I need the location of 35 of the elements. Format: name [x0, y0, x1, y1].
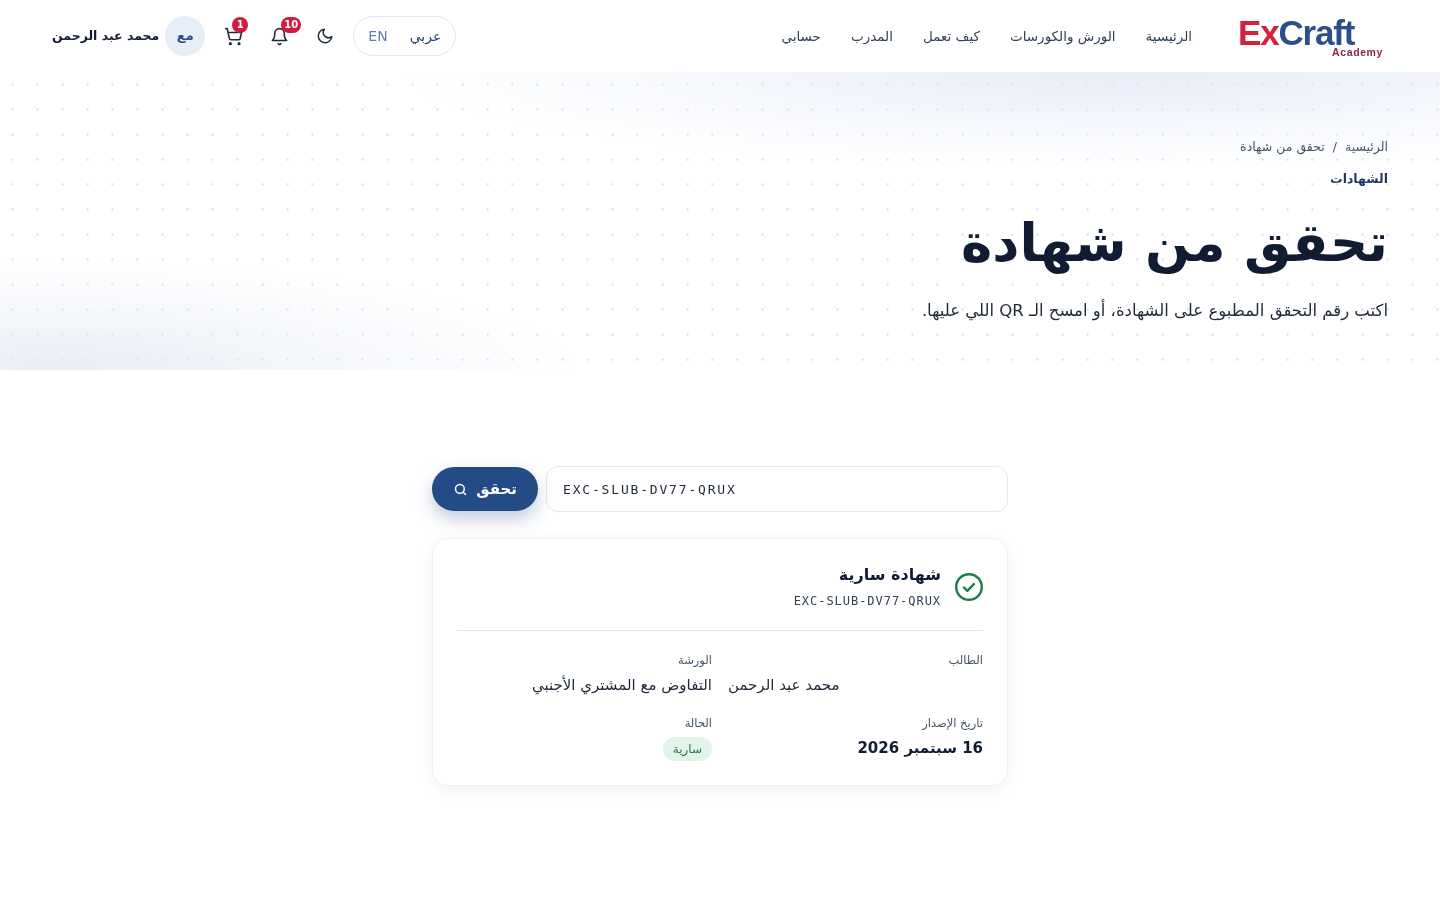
language-option[interactable]: عربي [409, 29, 442, 43]
page-subtitle: اكتب رقم التحقق المطبوع على الشهادة، أو امسح الـ QR اللي عليها. [921, 298, 1388, 323]
certificate-code: EXC-SLUB-DV77-QRUX [793, 593, 941, 610]
breadcrumb-current: تحقق من شهادة [1240, 137, 1325, 157]
bell-icon [269, 26, 289, 46]
verification-code-field[interactable]: EXC-SLUB-DV77-QRUX [546, 466, 1008, 512]
language-option[interactable]: EN [368, 29, 388, 43]
status-badge: سارية [662, 737, 712, 761]
cart-icon [223, 26, 243, 46]
nav-link[interactable]: كيف تعمل [922, 25, 980, 47]
user-name: محمد عبد الرحمن [52, 26, 160, 45]
result-title: شهادة سارية [838, 564, 941, 586]
field-value: التفاوض مع المشتري الأجنبي [532, 674, 712, 697]
page-title: تحقق من شهادة [961, 210, 1388, 276]
verify-button[interactable]: تحقق [432, 467, 538, 511]
logo-tagline: Academy [1332, 46, 1383, 58]
logo-wordmark: ExCraft [1238, 18, 1355, 47]
search-icon [453, 481, 469, 497]
cart-count-badge: 1 [232, 17, 249, 33]
field-label: تاريخ الإصدار [922, 714, 983, 732]
breadcrumb-separator: / [1332, 137, 1337, 156]
field-label: الحالة [684, 714, 712, 732]
breadcrumb-link[interactable]: الرئيسية [1344, 137, 1388, 157]
field-label: الورشة [678, 652, 712, 669]
nav-link[interactable]: المدرب [850, 25, 893, 47]
nav-link[interactable]: حسابي [781, 25, 821, 47]
field-label: الطالب [948, 652, 983, 669]
section-eyebrow: الشهادات [1330, 170, 1388, 188]
nav-link[interactable]: الورش والكورسات [1010, 25, 1116, 47]
nav-link[interactable]: الرئيسية [1145, 25, 1193, 47]
field-value: محمد عبد الرحمن [728, 675, 840, 697]
moon-icon [316, 27, 335, 45]
user-avatar[interactable]: مع [165, 16, 206, 56]
field-value: 16 سبتمبر 2026 [857, 738, 983, 759]
notification-count-badge: 10 [281, 17, 302, 33]
